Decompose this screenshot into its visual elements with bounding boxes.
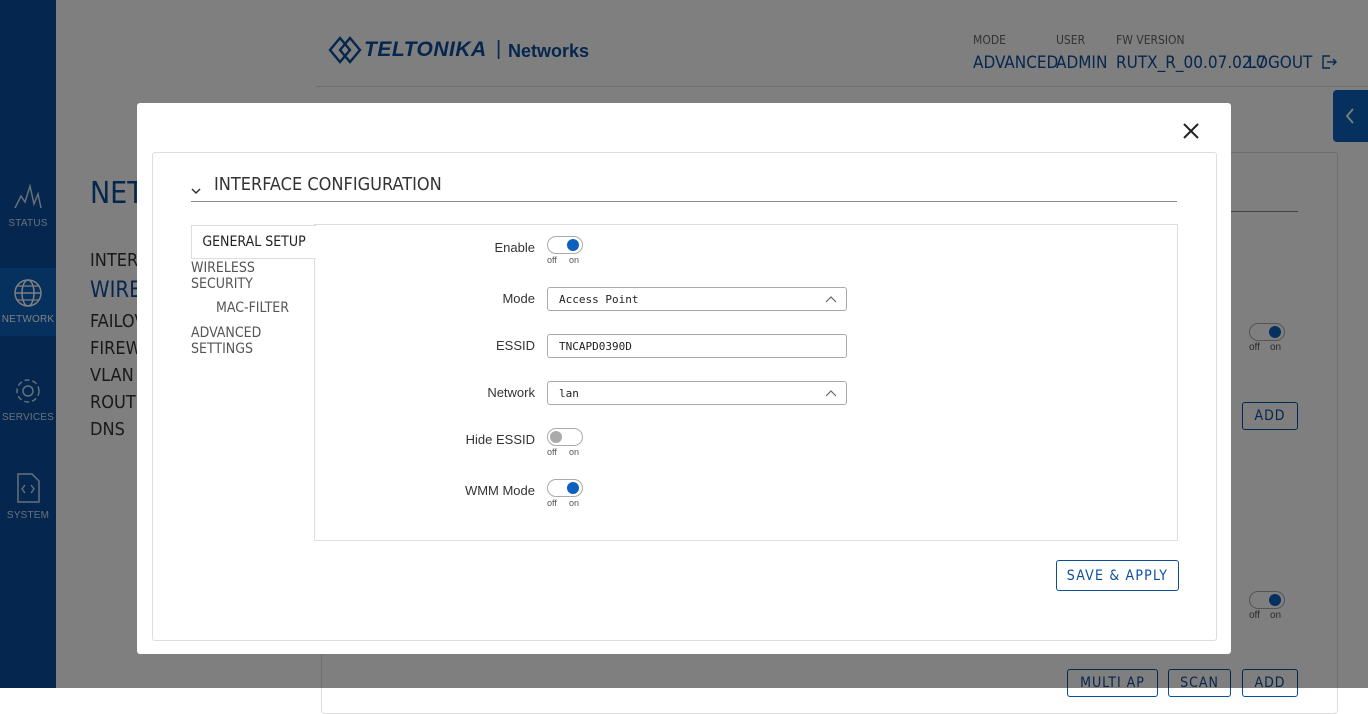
network-select[interactable]: lan [547,381,847,405]
wmm-mode-toggle[interactable] [547,479,583,497]
toggle-off-label: off [547,255,557,265]
close-icon [1183,123,1199,139]
tab-advanced-settings[interactable]: ADVANCED SETTINGS [191,324,314,357]
tab-general-setup[interactable]: GENERAL SETUP [191,225,316,259]
section-title: INTERFACE CONFIGURATION [214,174,442,195]
save-apply-button[interactable]: SAVE & APPLY [1056,560,1179,591]
toggle-off-label: off [547,498,557,508]
chevron-down-icon [191,188,201,195]
toggle-on-label: on [569,498,580,508]
enable-toggle[interactable] [547,236,583,254]
essid-value: TNCAPD0390D [559,339,632,353]
essid-input[interactable]: TNCAPD0390D [547,334,847,358]
essid-label: ESSID [495,338,535,353]
mode-select-value: Access Point [559,292,639,306]
tab-wireless-security[interactable]: WIRELESS SECURITY [191,259,314,292]
section-divider [191,201,1177,202]
close-button[interactable] [1180,120,1202,142]
chevron-up-icon [825,296,837,303]
wmm-mode-label: WMM Mode [464,483,535,498]
chevron-up-icon [825,390,837,397]
hide-essid-label: Hide ESSID [465,432,535,447]
toggle-off-label: off [547,447,557,457]
mode-select[interactable]: Access Point [547,287,847,311]
toggle-on-label: on [569,255,580,265]
enable-label: Enable [494,240,535,255]
toggle-on-label: on [569,447,580,457]
tab-mac-filter[interactable]: MAC-FILTER [191,291,314,324]
section-toggle[interactable] [190,183,202,201]
mode-label: Mode [502,291,535,306]
hide-essid-toggle[interactable] [547,428,583,446]
network-label: Network [487,385,535,400]
network-select-value: lan [559,386,579,400]
